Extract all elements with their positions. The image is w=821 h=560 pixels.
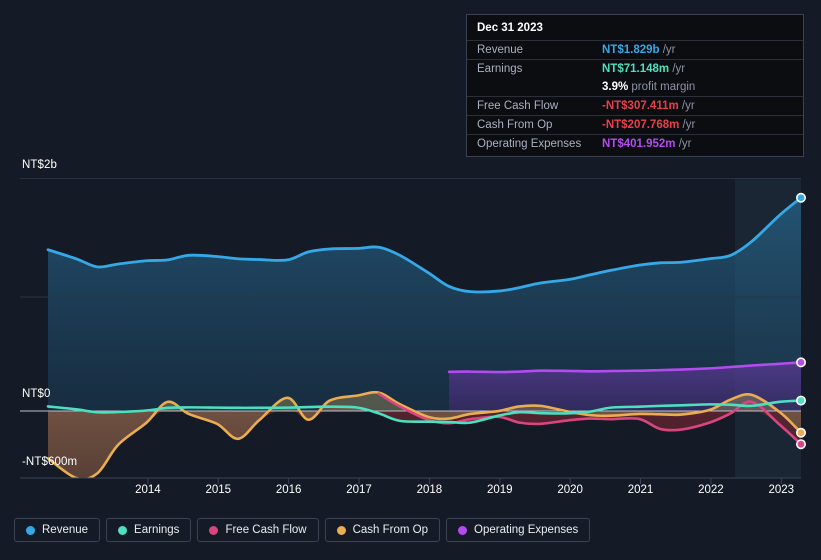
x-tick-label-2014: 2014 xyxy=(135,484,161,496)
tooltip-row: Operating Expenses NT$401.952m /yr xyxy=(467,134,803,153)
tooltip-row-value: NT$401.952m /yr xyxy=(602,138,692,150)
endpoint-dot-operating-expenses xyxy=(795,357,806,368)
financial-performance-chart: NT$2b NT$0 -NT$600m 2014 2015 2016 2017 2018… xyxy=(0,0,821,560)
tooltip-row-label: Cash From Op xyxy=(477,119,553,131)
endpoint-dot-free-cash-flow xyxy=(795,439,806,450)
x-tick-label-2019: 2019 xyxy=(487,484,513,496)
legend-item-cash-from-op[interactable]: Cash From Op xyxy=(324,518,441,542)
tooltip-row: Revenue NT$1.829b /yr xyxy=(467,40,803,59)
legend-color-dot xyxy=(118,525,128,535)
tooltip-row-value: -NT$307.411m /yr xyxy=(602,100,695,112)
endpoint-dot-revenue xyxy=(795,192,806,203)
tooltip-row-value: -NT$207.768m /yr xyxy=(602,119,696,131)
tooltip-row-value: NT$71.148m /yr xyxy=(602,63,686,75)
x-tick-label-2021: 2021 xyxy=(627,484,654,496)
tooltip-row-label: Free Cash Flow xyxy=(477,100,559,112)
legend-item-label: Revenue xyxy=(42,524,89,536)
x-tick-label-2023: 2023 xyxy=(768,484,795,496)
x-tick-label-2018: 2018 xyxy=(416,484,443,496)
x-tick-label-2015: 2015 xyxy=(205,484,232,496)
tooltip-row: Free Cash Flow -NT$307.411m /yr xyxy=(467,96,803,115)
legend-item-revenue[interactable]: Revenue xyxy=(14,518,101,542)
legend-color-dot xyxy=(458,525,468,535)
endpoint-dot-cash-from-op xyxy=(795,427,806,438)
x-tick-label-2020: 2020 xyxy=(557,484,583,496)
tooltip-row: 3.9% profit margin xyxy=(467,78,803,96)
legend-item-label: Cash From Op xyxy=(352,524,429,536)
tooltip-date: Dec 31 2023 xyxy=(477,22,543,34)
tooltip-row-label: Revenue xyxy=(477,44,524,56)
tooltip-row-label: Earnings xyxy=(477,63,523,75)
y-axis-label-top: NT$2b xyxy=(22,159,58,171)
legend-color-dot xyxy=(26,525,35,535)
tooltip-row-value: 3.9% profit margin xyxy=(602,81,696,93)
legend-color-dot xyxy=(209,525,219,535)
x-tick-label-2022: 2022 xyxy=(698,484,724,496)
y-axis-label-bottom: -NT$600m xyxy=(22,456,78,468)
tooltip-rows: Revenue NT$1.829b /yr Earnings NT$71.148m /… xyxy=(467,40,803,153)
legend-item-operating-expenses[interactable]: Operating Expenses xyxy=(446,518,591,542)
tooltip-row: Earnings NT$71.148m /yr xyxy=(467,59,803,78)
legend-item-earnings[interactable]: Earnings xyxy=(106,518,192,542)
data-tooltip: Dec 31 2023 Revenue NT$1.829b /yr Earnings… xyxy=(466,14,804,157)
legend-item-label: Free Cash Flow xyxy=(225,524,307,536)
tooltip-row: Cash From Op -NT$207.768m /yr xyxy=(467,115,803,134)
legend-item-label: Earnings xyxy=(134,524,180,536)
legend-item-free-cash-flow[interactable]: Free Cash Flow xyxy=(197,518,319,542)
endpoint-dot-earnings xyxy=(795,395,806,406)
x-tick-label-2016: 2016 xyxy=(275,484,302,496)
y-axis-label-zero: NT$0 xyxy=(22,388,51,400)
tooltip-row-value: NT$1.829b /yr xyxy=(602,44,676,56)
chart-legend: Revenue Earnings Free Cash Flow Cash From O… xyxy=(14,518,591,542)
x-axis-tickmarks xyxy=(147,478,782,484)
tooltip-row-label: Operating Expenses xyxy=(477,138,582,150)
legend-color-dot xyxy=(336,525,346,535)
legend-item-label: Operating Expenses xyxy=(474,524,579,536)
x-tick-label-2017: 2017 xyxy=(346,484,372,496)
